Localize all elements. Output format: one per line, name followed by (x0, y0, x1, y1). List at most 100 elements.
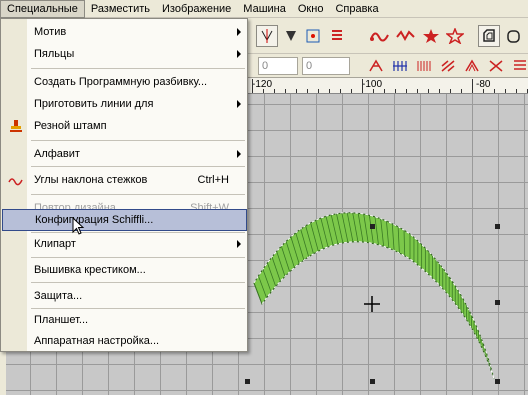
running-stitch-icon[interactable] (369, 25, 391, 47)
ruler-tick (417, 89, 418, 93)
menu-separator (31, 140, 245, 141)
selection-handle[interactable] (495, 300, 500, 305)
menu-arrange[interactable]: Разместить (85, 0, 156, 18)
menu-separator (31, 68, 245, 69)
ruler-tick (307, 89, 308, 93)
ruler-tick (406, 89, 407, 93)
menu-item-motif[interactable]: Мотив (2, 21, 247, 43)
submenu-arrow-icon (237, 28, 241, 36)
selection-handle[interactable] (370, 379, 375, 384)
stamp-icon (8, 118, 24, 134)
selection-handle[interactable] (245, 379, 250, 384)
menu-item-label: Пяльцы (34, 48, 75, 60)
ruler-tick (384, 89, 385, 93)
menu-item-alphabet[interactable]: Алфавит (2, 143, 247, 165)
menu-item-label: Аппаратная настройка... (34, 335, 160, 347)
ruler-tick (362, 79, 363, 93)
fill-pattern-3-icon[interactable] (414, 56, 434, 76)
stitch-order-icon[interactable] (326, 25, 348, 47)
fill-pattern-6-icon[interactable] (486, 56, 506, 76)
menu-item-label: Вышивка крестиком... (34, 264, 146, 276)
fill-pattern-1-icon[interactable] (366, 56, 386, 76)
submenu-arrow-icon (237, 150, 241, 158)
arrow-down-icon[interactable] (280, 25, 302, 47)
fill-pattern-4-icon[interactable] (438, 56, 458, 76)
menu-separator (31, 257, 245, 258)
ruler-tick (483, 89, 484, 93)
menu-bar: Специальные Разместить Изображение Машин… (0, 0, 528, 18)
selection-handle[interactable] (370, 224, 375, 229)
node-edit-icon[interactable] (302, 25, 324, 47)
fill-pattern-2-icon[interactable] (390, 56, 410, 76)
rounded-shape-icon[interactable] (502, 25, 524, 47)
menu-separator (31, 194, 245, 195)
star-fill-icon[interactable] (420, 25, 442, 47)
menu-help[interactable]: Справка (329, 0, 384, 18)
menu-item-carved-stamp[interactable]: Резной штамп (2, 115, 247, 137)
selection-handle[interactable] (495, 224, 500, 229)
menu-item-label: Мотив (34, 26, 67, 38)
ruler-tick (472, 79, 473, 93)
ruler-tick (461, 89, 462, 93)
ruler-tick (296, 89, 297, 93)
angle-spin-input[interactable]: 0 (258, 57, 298, 75)
ruler-tick (450, 89, 451, 93)
ruler-tick (351, 89, 352, 93)
menu-item-clipart[interactable]: Клипарт (2, 233, 247, 255)
menu-item-schiffli-config[interactable]: Конфигурация Schiffli... (2, 209, 247, 231)
menu-item-label: Резной штамп (34, 120, 107, 132)
menu-item-label: Приготовить линии для (34, 98, 154, 110)
fill-pattern-5-icon[interactable] (462, 56, 482, 76)
special-dropdown-menu: Мотив Пяльцы Создать Программную разбивк… (0, 18, 248, 352)
menu-item-stitch-angles[interactable]: Углы наклона стежков Ctrl+H (2, 169, 247, 191)
fill-pattern-7-icon[interactable] (510, 56, 528, 76)
ruler-tick (263, 89, 264, 93)
menu-item-label: Углы наклона стежков (34, 174, 148, 186)
menu-item-label: Клипарт (34, 238, 76, 250)
menu-item-label: Алфавит (34, 148, 80, 160)
menu-item-hoops[interactable]: Пяльцы (2, 43, 247, 65)
submenu-arrow-icon (237, 50, 241, 58)
ruler-tick (252, 79, 253, 93)
menu-item-label: Конфигурация Schiffli... (35, 214, 154, 226)
ruler-tick (329, 89, 330, 93)
ruler-label: -120 (252, 79, 273, 90)
menu-item-tablet[interactable]: Планшет... (2, 309, 247, 331)
needle-tool-icon[interactable] (256, 25, 278, 47)
outline-shape-icon[interactable] (478, 25, 500, 47)
menu-item-prepare-lines[interactable]: Приготовить линии для (2, 93, 247, 115)
ruler-tick (340, 89, 341, 93)
ruler-label: -100 (362, 79, 383, 90)
menu-window[interactable]: Окно (292, 0, 330, 18)
star-outline-icon[interactable] (444, 25, 466, 47)
submenu-arrow-icon (237, 240, 241, 248)
selection-handle[interactable] (495, 379, 500, 384)
menu-item-hardware-setup[interactable]: Аппаратная настройка... (2, 330, 247, 352)
submenu-arrow-icon (237, 100, 241, 108)
menu-item-label: Создать Программную разбивку... (34, 76, 208, 88)
menu-separator (31, 282, 245, 283)
center-cross-icon (364, 296, 380, 312)
ruler-tick (439, 89, 440, 93)
menu-machine[interactable]: Машина (237, 0, 292, 18)
menu-separator (31, 166, 245, 167)
ruler-tick (274, 89, 275, 93)
menu-item-shortcut: Ctrl+H (197, 174, 229, 186)
ruler-tick (428, 89, 429, 93)
ruler-tick (395, 89, 396, 93)
mouse-cursor-icon (72, 217, 85, 235)
ruler-tick (494, 89, 495, 93)
menu-item-protection[interactable]: Защита... (2, 285, 247, 307)
menu-image[interactable]: Изображение (156, 0, 237, 18)
ruler-tick (318, 89, 319, 93)
menu-item-label: Защита... (34, 290, 83, 302)
zigzag-stitch-icon[interactable] (395, 25, 417, 47)
ruler-tick (505, 89, 506, 93)
menu-item-cross-stitch[interactable]: Вышивка крестиком... (2, 259, 247, 281)
menu-special[interactable]: Специальные (0, 0, 85, 18)
stitch-angle-icon (8, 172, 24, 188)
menu-item-program-split[interactable]: Создать Программную разбивку... (2, 71, 247, 93)
density-spin-input[interactable]: 0 (302, 57, 350, 75)
ruler-tick (373, 89, 374, 93)
menu-item-label: Планшет... (34, 314, 89, 326)
